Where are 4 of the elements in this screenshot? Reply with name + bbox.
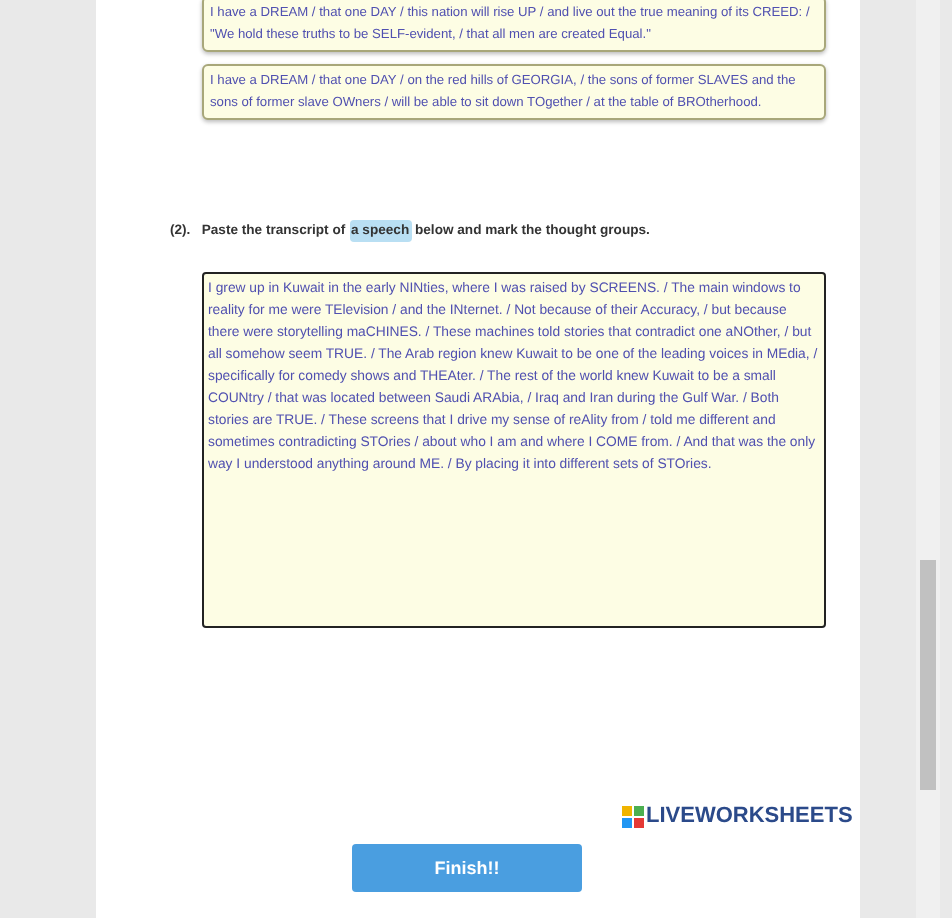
logo-icon bbox=[622, 805, 644, 827]
scrollbar-thumb[interactable] bbox=[920, 560, 936, 790]
scrollbar[interactable] bbox=[916, 0, 940, 918]
logo-text: LIVEWORKSHEETS bbox=[646, 804, 853, 828]
